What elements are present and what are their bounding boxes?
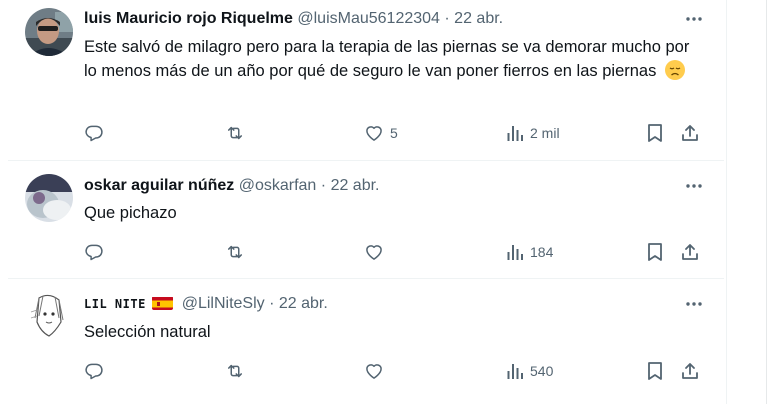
spain-flag-icon	[152, 296, 174, 310]
views-button[interactable]: 540	[506, 359, 553, 383]
retweet-icon	[228, 245, 242, 259]
avatar[interactable]	[25, 292, 73, 340]
retweet-button[interactable]	[224, 240, 246, 264]
like-count: 5	[390, 125, 398, 141]
heart-icon	[366, 245, 382, 260]
retweet-button[interactable]	[224, 121, 246, 145]
author-handle[interactable]: @oskarfan	[239, 177, 317, 194]
bookmark-icon	[648, 124, 662, 142]
like-button[interactable]	[364, 240, 384, 264]
bookmark-button[interactable]	[646, 359, 664, 383]
tweet-date[interactable]: 22 abr.	[454, 10, 503, 27]
share-icon	[682, 125, 698, 141]
author-handle[interactable]: @LilNiteSly	[182, 295, 265, 312]
tweet-header: oskar aguilar núñez @oskarfan · 22 abr.	[84, 175, 380, 197]
view-count: 184	[530, 244, 554, 260]
more-options-button[interactable]	[682, 9, 706, 29]
more-options-button[interactable]	[682, 176, 706, 196]
tweet-actions: 5 2 mil	[84, 121, 720, 145]
tweet-actions: 540	[84, 359, 720, 383]
author-name[interactable]: LIL NITE	[84, 297, 146, 311]
views-chart-icon	[507, 245, 523, 260]
reply-icon	[85, 244, 103, 261]
more-options-button[interactable]	[682, 294, 706, 314]
reply-button[interactable]	[84, 121, 104, 145]
avatar[interactable]	[25, 174, 73, 222]
tweet-text: Este salvó de milagro pero para la terap…	[84, 38, 690, 80]
avatar[interactable]	[25, 8, 73, 56]
tweet[interactable]: luis Mauricio rojo Riquelme @luisMau5612…	[8, 0, 724, 160]
tweet-header: luis Mauricio rojo Riquelme @luisMau5612…	[84, 8, 503, 30]
view-count: 540	[530, 363, 554, 379]
retweet-button[interactable]	[224, 359, 246, 383]
bookmark-button[interactable]	[646, 121, 664, 145]
views-chart-icon	[507, 126, 523, 141]
reply-button[interactable]	[84, 240, 104, 264]
bookmark-icon	[648, 362, 662, 380]
author-handle[interactable]: @luisMau56122304	[297, 10, 440, 27]
like-button[interactable]	[364, 359, 384, 383]
more-horizontal-icon	[686, 17, 702, 21]
share-button[interactable]	[680, 359, 700, 383]
replies-feed: luis Mauricio rojo Riquelme @luisMau5612…	[8, 0, 724, 404]
separator-dot: ·	[444, 10, 450, 27]
views-button[interactable]: 184	[506, 240, 553, 264]
reply-icon	[85, 363, 103, 380]
tweet-text: Selección natural	[84, 323, 211, 341]
more-horizontal-icon	[686, 184, 702, 188]
heart-icon	[366, 126, 382, 141]
like-button[interactable]: 5	[364, 121, 398, 145]
bookmark-icon	[648, 243, 662, 261]
reply-button[interactable]	[84, 359, 104, 383]
view-count: 2 mil	[530, 125, 560, 141]
separator-dot: ·	[320, 177, 327, 194]
author-name[interactable]: luis Mauricio rojo Riquelme	[84, 10, 293, 27]
share-icon	[682, 244, 698, 260]
tweet-text-block: Este salvó de milagro pero para la terap…	[84, 35, 704, 83]
tweet-header: LIL NITE @LilNiteSly · 22 abr.	[84, 293, 328, 315]
share-icon	[682, 363, 698, 379]
more-horizontal-icon	[686, 302, 702, 306]
share-button[interactable]	[680, 240, 700, 264]
bookmark-button[interactable]	[646, 240, 664, 264]
column-border	[726, 0, 727, 404]
heart-icon	[366, 364, 382, 379]
views-chart-icon	[507, 364, 523, 379]
author-name[interactable]: oskar aguilar núñez	[84, 177, 234, 194]
tweet[interactable]: oskar aguilar núñez @oskarfan · 22 abr. …	[8, 161, 724, 278]
retweet-icon	[228, 126, 242, 140]
tweet-text: Que pichazo	[84, 204, 177, 222]
tweet-text-block: Selección natural	[84, 320, 704, 344]
tweet-text-block: Que pichazo	[84, 201, 704, 225]
reply-icon	[85, 125, 103, 142]
separator-dot: ·	[269, 295, 275, 312]
page-edge	[766, 0, 767, 404]
views-button[interactable]: 2 mil	[506, 121, 560, 145]
tweet-actions: 184	[84, 240, 720, 264]
tweet[interactable]: LIL NITE @LilNiteSly · 22 abr. Selección…	[8, 279, 724, 404]
disappointed-face-icon	[664, 60, 685, 80]
retweet-icon	[228, 364, 242, 378]
tweet-date[interactable]: 22 abr.	[331, 177, 380, 194]
share-button[interactable]	[680, 121, 700, 145]
tweet-date[interactable]: 22 abr.	[279, 295, 328, 312]
